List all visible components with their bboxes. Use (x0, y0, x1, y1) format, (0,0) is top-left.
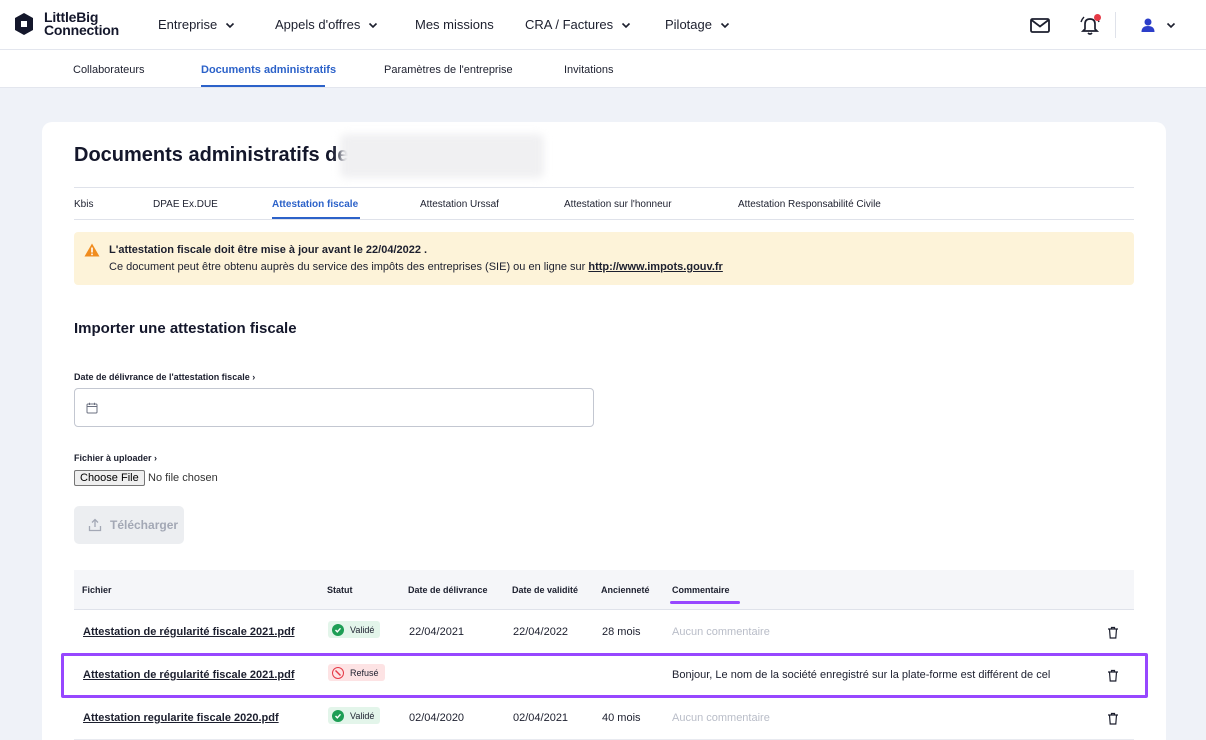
tab-attestation-fiscale[interactable]: Attestation fiscale (272, 199, 358, 210)
divider (74, 219, 1134, 220)
chevron-down-icon (720, 22, 730, 28)
brand-logo[interactable]: LittleBig Connection (12, 10, 119, 38)
issued-date: 22/04/2021 (409, 626, 465, 638)
file-field-label-text: Fichier à uploader (74, 453, 152, 463)
valid-date: 02/04/2021 (513, 712, 569, 724)
user-menu[interactable] (1140, 14, 1182, 36)
date-input[interactable] (74, 388, 594, 427)
check-circle-icon (332, 623, 344, 636)
brand-name: LittleBig Connection (44, 10, 119, 38)
file-field-label: Fichier à uploader › (74, 453, 158, 463)
user-icon (1141, 18, 1155, 32)
chevron-down-icon (369, 22, 378, 28)
nav-label: Entreprise (158, 17, 218, 32)
redacted-company-name (340, 134, 544, 178)
logo-icon (15, 13, 33, 35)
tab-attestation-honneur[interactable]: Attestation sur l'honneur (564, 199, 672, 210)
nav-mes-missions[interactable]: Mes missions (415, 17, 494, 32)
chevron-down-icon (226, 22, 235, 28)
upload-button[interactable]: Télécharger (74, 506, 184, 544)
table-row: Attestation regularite fiscale 2020.pdf … (74, 697, 1134, 740)
file-link[interactable]: Attestation de régularité fiscale 2021.p… (83, 626, 295, 638)
age: 40 mois (602, 712, 641, 724)
tab-dpae[interactable]: DPAE Ex.DUE (153, 199, 218, 210)
subnav-parametres[interactable]: Paramètres de l'entreprise (384, 64, 513, 76)
chevron-down-icon (622, 22, 631, 28)
nav-label: CRA / Factures (525, 17, 614, 32)
nav-label: Appels d'offres (275, 17, 361, 32)
subnav-collaborateurs[interactable]: Collaborateurs (73, 64, 145, 76)
alert-text-line: Ce document peut être obtenu auprès du s… (109, 261, 723, 273)
date-field-label: Date de délivrance de l'attestation fisc… (74, 372, 256, 382)
upload-icon (88, 518, 102, 532)
trash-icon[interactable] (1107, 712, 1119, 725)
col-anciennete[interactable]: Ancienneté (601, 585, 650, 595)
documents-card: Documents administratifs de Kbis DPAE Ex… (42, 122, 1166, 740)
divider (74, 187, 1134, 188)
status-badge: Validé (328, 621, 381, 638)
col-fichier[interactable]: Fichier (82, 585, 112, 595)
table-row: Attestation de régularité fiscale 2021.p… (74, 611, 1134, 654)
warning-icon (84, 243, 100, 257)
nav-appels-offres[interactable]: Appels d'offres (275, 17, 378, 32)
calendar-icon (86, 402, 98, 414)
nav-entreprise[interactable]: Entreprise (158, 17, 235, 32)
trash-icon[interactable] (1107, 626, 1119, 639)
nav-label: Pilotage (665, 17, 712, 32)
table-header: Fichier Statut Date de délivrance Date d… (74, 570, 1134, 610)
nav-cra-factures[interactable]: CRA / Factures (525, 17, 631, 32)
warning-alert: L'attestation fiscale doit être mise à j… (74, 232, 1134, 285)
col-statut[interactable]: Statut (327, 585, 353, 595)
page-title: Documents administratifs de (74, 144, 349, 166)
col-date-validite[interactable]: Date de validité (512, 585, 578, 595)
comment: Aucun commentaire (672, 626, 770, 638)
file-link[interactable]: Attestation regularite fiscale 2020.pdf (83, 712, 279, 724)
subnav-documents-administratifs[interactable]: Documents administratifs (201, 64, 336, 76)
subnav-invitations[interactable]: Invitations (564, 64, 614, 76)
check-circle-icon (332, 709, 344, 722)
col-date-delivrance[interactable]: Date de délivrance (408, 585, 488, 595)
sub-navbar: Collaborateurs Documents administratifs … (0, 50, 1206, 88)
tab-kbis[interactable]: Kbis (74, 199, 93, 210)
upload-button-label: Télécharger (110, 518, 179, 532)
divider (1115, 12, 1116, 38)
impots-link[interactable]: http://www.impots.gouv.fr (588, 261, 722, 273)
refused-row-highlight (61, 653, 1148, 698)
tab-attestation-rc[interactable]: Attestation Responsabilité Civile (738, 199, 881, 210)
top-navbar: LittleBig Connection Entreprise Appels d… (0, 0, 1206, 50)
status-text: Validé (350, 624, 375, 635)
brand-line2: Connection (44, 22, 119, 38)
age: 28 mois (602, 626, 641, 638)
commentaire-highlight-underline (670, 601, 740, 604)
comment: Aucun commentaire (672, 712, 770, 724)
status-badge: Validé (328, 707, 381, 724)
alert-title: L'attestation fiscale doit être mise à j… (109, 244, 428, 256)
date-field-label-text: Date de délivrance de l'attestation fisc… (74, 372, 250, 382)
issued-date: 02/04/2020 (409, 712, 465, 724)
nav-label: Mes missions (415, 17, 494, 32)
alert-text: Ce document peut être obtenu auprès du s… (109, 261, 586, 273)
notifications-button[interactable] (1079, 14, 1101, 36)
chevron-down-icon (1166, 22, 1176, 29)
notification-dot (1094, 14, 1101, 21)
choose-file-button[interactable]: Choose File (74, 470, 145, 486)
valid-date: 22/04/2022 (513, 626, 569, 638)
import-section-title: Importer une attestation fiscale (74, 320, 297, 337)
mail-icon[interactable] (1029, 14, 1051, 36)
col-commentaire[interactable]: Commentaire (672, 585, 730, 595)
file-status: No file chosen (148, 472, 218, 484)
active-subnav-indicator (201, 85, 325, 87)
tab-attestation-urssaf[interactable]: Attestation Urssaf (420, 199, 499, 210)
nav-pilotage[interactable]: Pilotage (665, 17, 730, 32)
status-text: Validé (350, 710, 375, 721)
